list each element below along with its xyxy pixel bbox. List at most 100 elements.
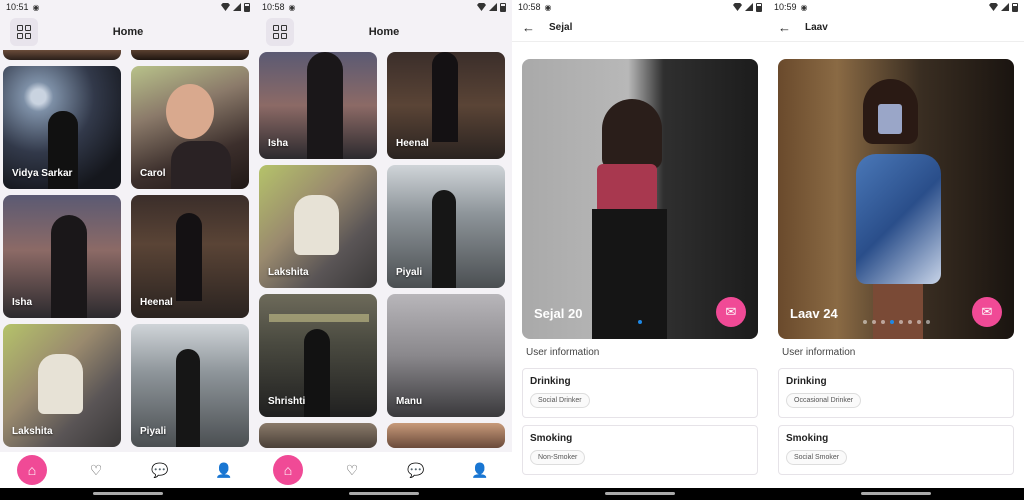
wifi-icon	[733, 3, 742, 11]
signal-icon	[745, 3, 753, 11]
header-name: Sejal	[549, 22, 573, 33]
gesture-bar	[512, 488, 768, 500]
info-chip: Social Smoker	[786, 450, 848, 465]
notification-icon: ◉	[800, 2, 808, 12]
message-icon[interactable]: ✉	[716, 297, 746, 327]
profile-tile[interactable]: Isha	[259, 52, 377, 159]
tile-name: Isha	[268, 138, 289, 149]
gesture-bar	[768, 488, 1024, 500]
signal-icon	[233, 3, 241, 11]
bottom-nav: ⌂ ♡ 💬 👤	[256, 452, 512, 488]
back-arrow-icon[interactable]: ←	[522, 20, 535, 35]
tile-name: Manu	[396, 396, 423, 407]
home-icon[interactable]: ⌂	[273, 455, 303, 485]
notification-icon: ◉	[288, 2, 296, 12]
header-name: Laav	[805, 22, 828, 33]
profile-tile[interactable]: Shrishti	[259, 294, 377, 417]
profile-tile[interactable]: Manu	[387, 294, 505, 417]
carousel-dot[interactable]	[880, 320, 885, 324]
profile-tile[interactable]: Lakshita	[3, 324, 121, 447]
profile-tile[interactable]: Isha	[3, 195, 121, 318]
info-card-drinking: Drinking Occasional Drinker	[778, 368, 1014, 418]
grid-icon[interactable]	[10, 18, 38, 46]
carousel-dot[interactable]	[898, 320, 903, 324]
profile-icon[interactable]: 👤	[465, 455, 495, 485]
heart-icon[interactable]: ♡	[337, 455, 367, 485]
profile-tile-partial[interactable]	[387, 423, 505, 448]
status-bar: 10:51 ◉	[0, 0, 256, 14]
profile-tile[interactable]: Piyali	[131, 324, 249, 447]
tile-name: Carol	[140, 168, 166, 179]
status-time: 10:51	[6, 2, 29, 12]
tile-name: Vidya Sarkar	[12, 168, 73, 179]
info-chip: Social Drinker	[530, 393, 590, 408]
back-arrow-icon[interactable]: ←	[778, 20, 791, 35]
profile-detail-screen-sejal: 10:58 ◉ ← Sejal Sejal 20 ✉ User informati…	[512, 0, 768, 500]
carousel-dot[interactable]	[862, 320, 867, 324]
status-time: 10:58	[262, 2, 285, 12]
profile-photo[interactable]: Sejal 20 ✉	[522, 59, 758, 339]
tile-name: Lakshita	[268, 267, 309, 278]
section-title: User information	[526, 347, 600, 358]
carousel-dot[interactable]	[638, 320, 642, 324]
carousel-dot[interactable]	[925, 320, 930, 324]
heart-icon[interactable]: ♡	[81, 455, 111, 485]
info-card-smoking: Smoking Social Smoker	[778, 425, 1014, 475]
top-bar: ← Laav	[768, 14, 1024, 42]
profile-tile[interactable]: Carol	[131, 66, 249, 189]
page-title: Home	[368, 26, 400, 38]
tile-name: Shrishti	[268, 396, 306, 407]
home-icon[interactable]: ⌂	[17, 455, 47, 485]
profile-tile[interactable]: Lakshita	[259, 165, 377, 288]
profile-detail-screen-laav: 10:59 ◉ ← Laav Laav 24 ✉ User information…	[768, 0, 1024, 500]
profile-tile[interactable]: Heenal	[387, 52, 505, 159]
photo-caption: Laav 24	[790, 306, 838, 321]
status-bar: 10:58 ◉	[512, 0, 768, 14]
info-title: Smoking	[786, 433, 829, 444]
profile-tile[interactable]: Piyali	[387, 165, 505, 288]
tile-name: Isha	[12, 297, 33, 308]
signal-icon	[1001, 3, 1009, 11]
info-title: Smoking	[530, 433, 573, 444]
info-chip: Non-Smoker	[530, 450, 586, 465]
page-title: Home	[112, 26, 144, 38]
carousel-dot[interactable]	[907, 320, 912, 324]
wifi-icon	[989, 3, 998, 11]
profile-tile-partial[interactable]	[259, 423, 377, 448]
info-chip: Occasional Drinker	[786, 393, 862, 408]
home-screen-2: 10:58 ◉ Home Isha Heenal Lakshita Piyali …	[256, 0, 512, 500]
chat-icon[interactable]: 💬	[145, 455, 175, 485]
battery-icon	[244, 2, 250, 12]
status-bar: 10:59 ◉	[768, 0, 1024, 14]
tile-name: Piyali	[396, 267, 423, 278]
carousel-dot[interactable]	[889, 320, 894, 324]
tile-name: Piyali	[140, 426, 167, 437]
tile-name: Lakshita	[12, 426, 53, 437]
info-title: Drinking	[786, 376, 827, 387]
status-time: 10:58	[518, 2, 541, 12]
notification-icon: ◉	[544, 2, 552, 12]
carousel-dot[interactable]	[916, 320, 921, 324]
top-bar: ← Sejal	[512, 14, 768, 42]
info-card-drinking: Drinking Social Drinker	[522, 368, 758, 418]
tile-name: Heenal	[396, 138, 429, 149]
info-card-smoking: Smoking Non-Smoker	[522, 425, 758, 475]
signal-icon	[489, 3, 497, 11]
tile-name: Heenal	[140, 297, 173, 308]
profile-icon[interactable]: 👤	[209, 455, 239, 485]
grid-icon[interactable]	[266, 18, 294, 46]
section-title: User information	[782, 347, 856, 358]
battery-icon	[500, 2, 506, 12]
info-title: Drinking	[530, 376, 571, 387]
profile-photo[interactable]: Laav 24 ✉	[778, 59, 1014, 339]
chat-icon[interactable]: 💬	[401, 455, 431, 485]
carousel-dot[interactable]	[871, 320, 876, 324]
message-icon[interactable]: ✉	[972, 297, 1002, 327]
bottom-nav: ⌂ ♡ 💬 👤	[0, 452, 256, 488]
profile-tile[interactable]: Vidya Sarkar	[3, 66, 121, 189]
home-screen-1: 10:51 ◉ Home Vidya Sarkar Carol Isha Heen…	[0, 0, 256, 500]
notification-icon: ◉	[32, 2, 40, 12]
profile-tile[interactable]: Heenal	[131, 195, 249, 318]
status-time: 10:59	[774, 2, 797, 12]
status-bar: 10:58 ◉	[256, 0, 512, 14]
